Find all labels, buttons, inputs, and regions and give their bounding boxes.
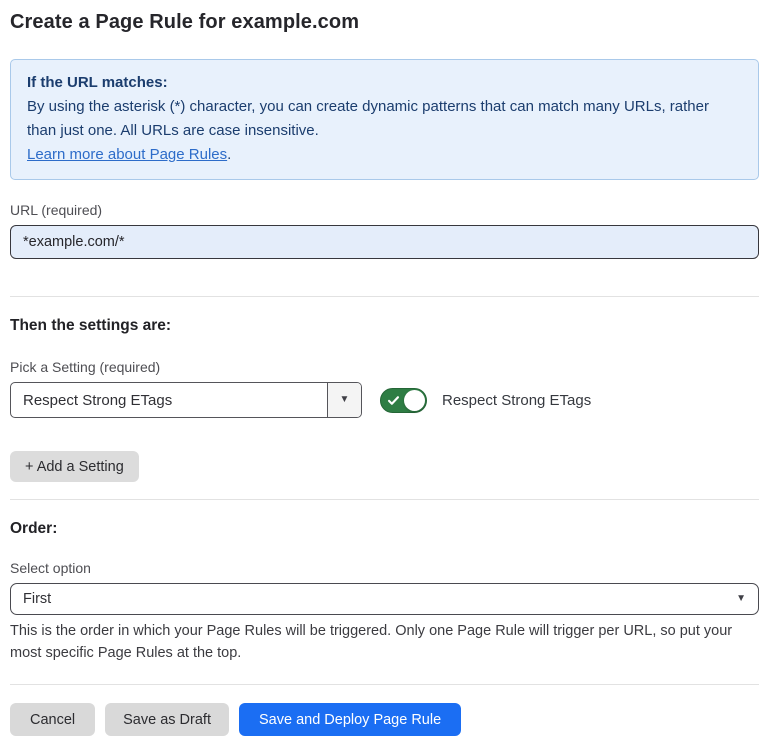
setting-toggle[interactable] [380, 388, 427, 413]
setting-toggle-label: Respect Strong ETags [442, 392, 591, 409]
footer-divider [10, 684, 759, 685]
chevron-down-icon: ▼ [736, 594, 746, 604]
learn-more-link[interactable]: Learn more about Page Rules [27, 146, 227, 163]
url-input[interactable] [10, 225, 759, 259]
setting-dropdown-caret-button[interactable]: ▼ [327, 383, 361, 417]
url-field-label: URL (required) [10, 202, 759, 218]
cancel-button[interactable]: Cancel [10, 703, 95, 736]
check-icon [387, 394, 400, 407]
page-title: Create a Page Rule for example.com [10, 11, 759, 34]
order-select[interactable]: First ▼ [10, 583, 759, 615]
url-match-info-box: If the URL matches: By using the asteris… [10, 59, 759, 180]
link-suffix: . [227, 146, 231, 163]
settings-section-heading: Then the settings are: [10, 317, 759, 335]
footer-button-row: Cancel Save as Draft Save and Deploy Pag… [10, 703, 759, 736]
setting-controls-row: Respect Strong ETags ▼ Respect Strong ET… [10, 382, 759, 418]
order-select-value: First [23, 591, 736, 607]
add-setting-button[interactable]: + Add a Setting [10, 451, 139, 482]
setting-dropdown-value: Respect Strong ETags [11, 383, 327, 417]
save-draft-button[interactable]: Save as Draft [105, 703, 229, 736]
chevron-down-icon: ▼ [340, 395, 350, 405]
section-divider [10, 296, 759, 297]
order-section-heading: Order: [10, 520, 759, 538]
info-box-heading: If the URL matches: [27, 71, 742, 95]
info-box-link-line: Learn more about Page Rules. [27, 143, 742, 167]
order-help-text: This is the order in which your Page Rul… [10, 620, 759, 664]
info-box-body: By using the asterisk (*) character, you… [27, 95, 742, 143]
setting-dropdown[interactable]: Respect Strong ETags ▼ [10, 382, 362, 418]
save-deploy-button[interactable]: Save and Deploy Page Rule [239, 703, 461, 736]
order-select-label: Select option [10, 560, 759, 576]
toggle-knob [404, 390, 425, 411]
section-divider [10, 499, 759, 500]
setting-picker-label: Pick a Setting (required) [10, 359, 759, 375]
